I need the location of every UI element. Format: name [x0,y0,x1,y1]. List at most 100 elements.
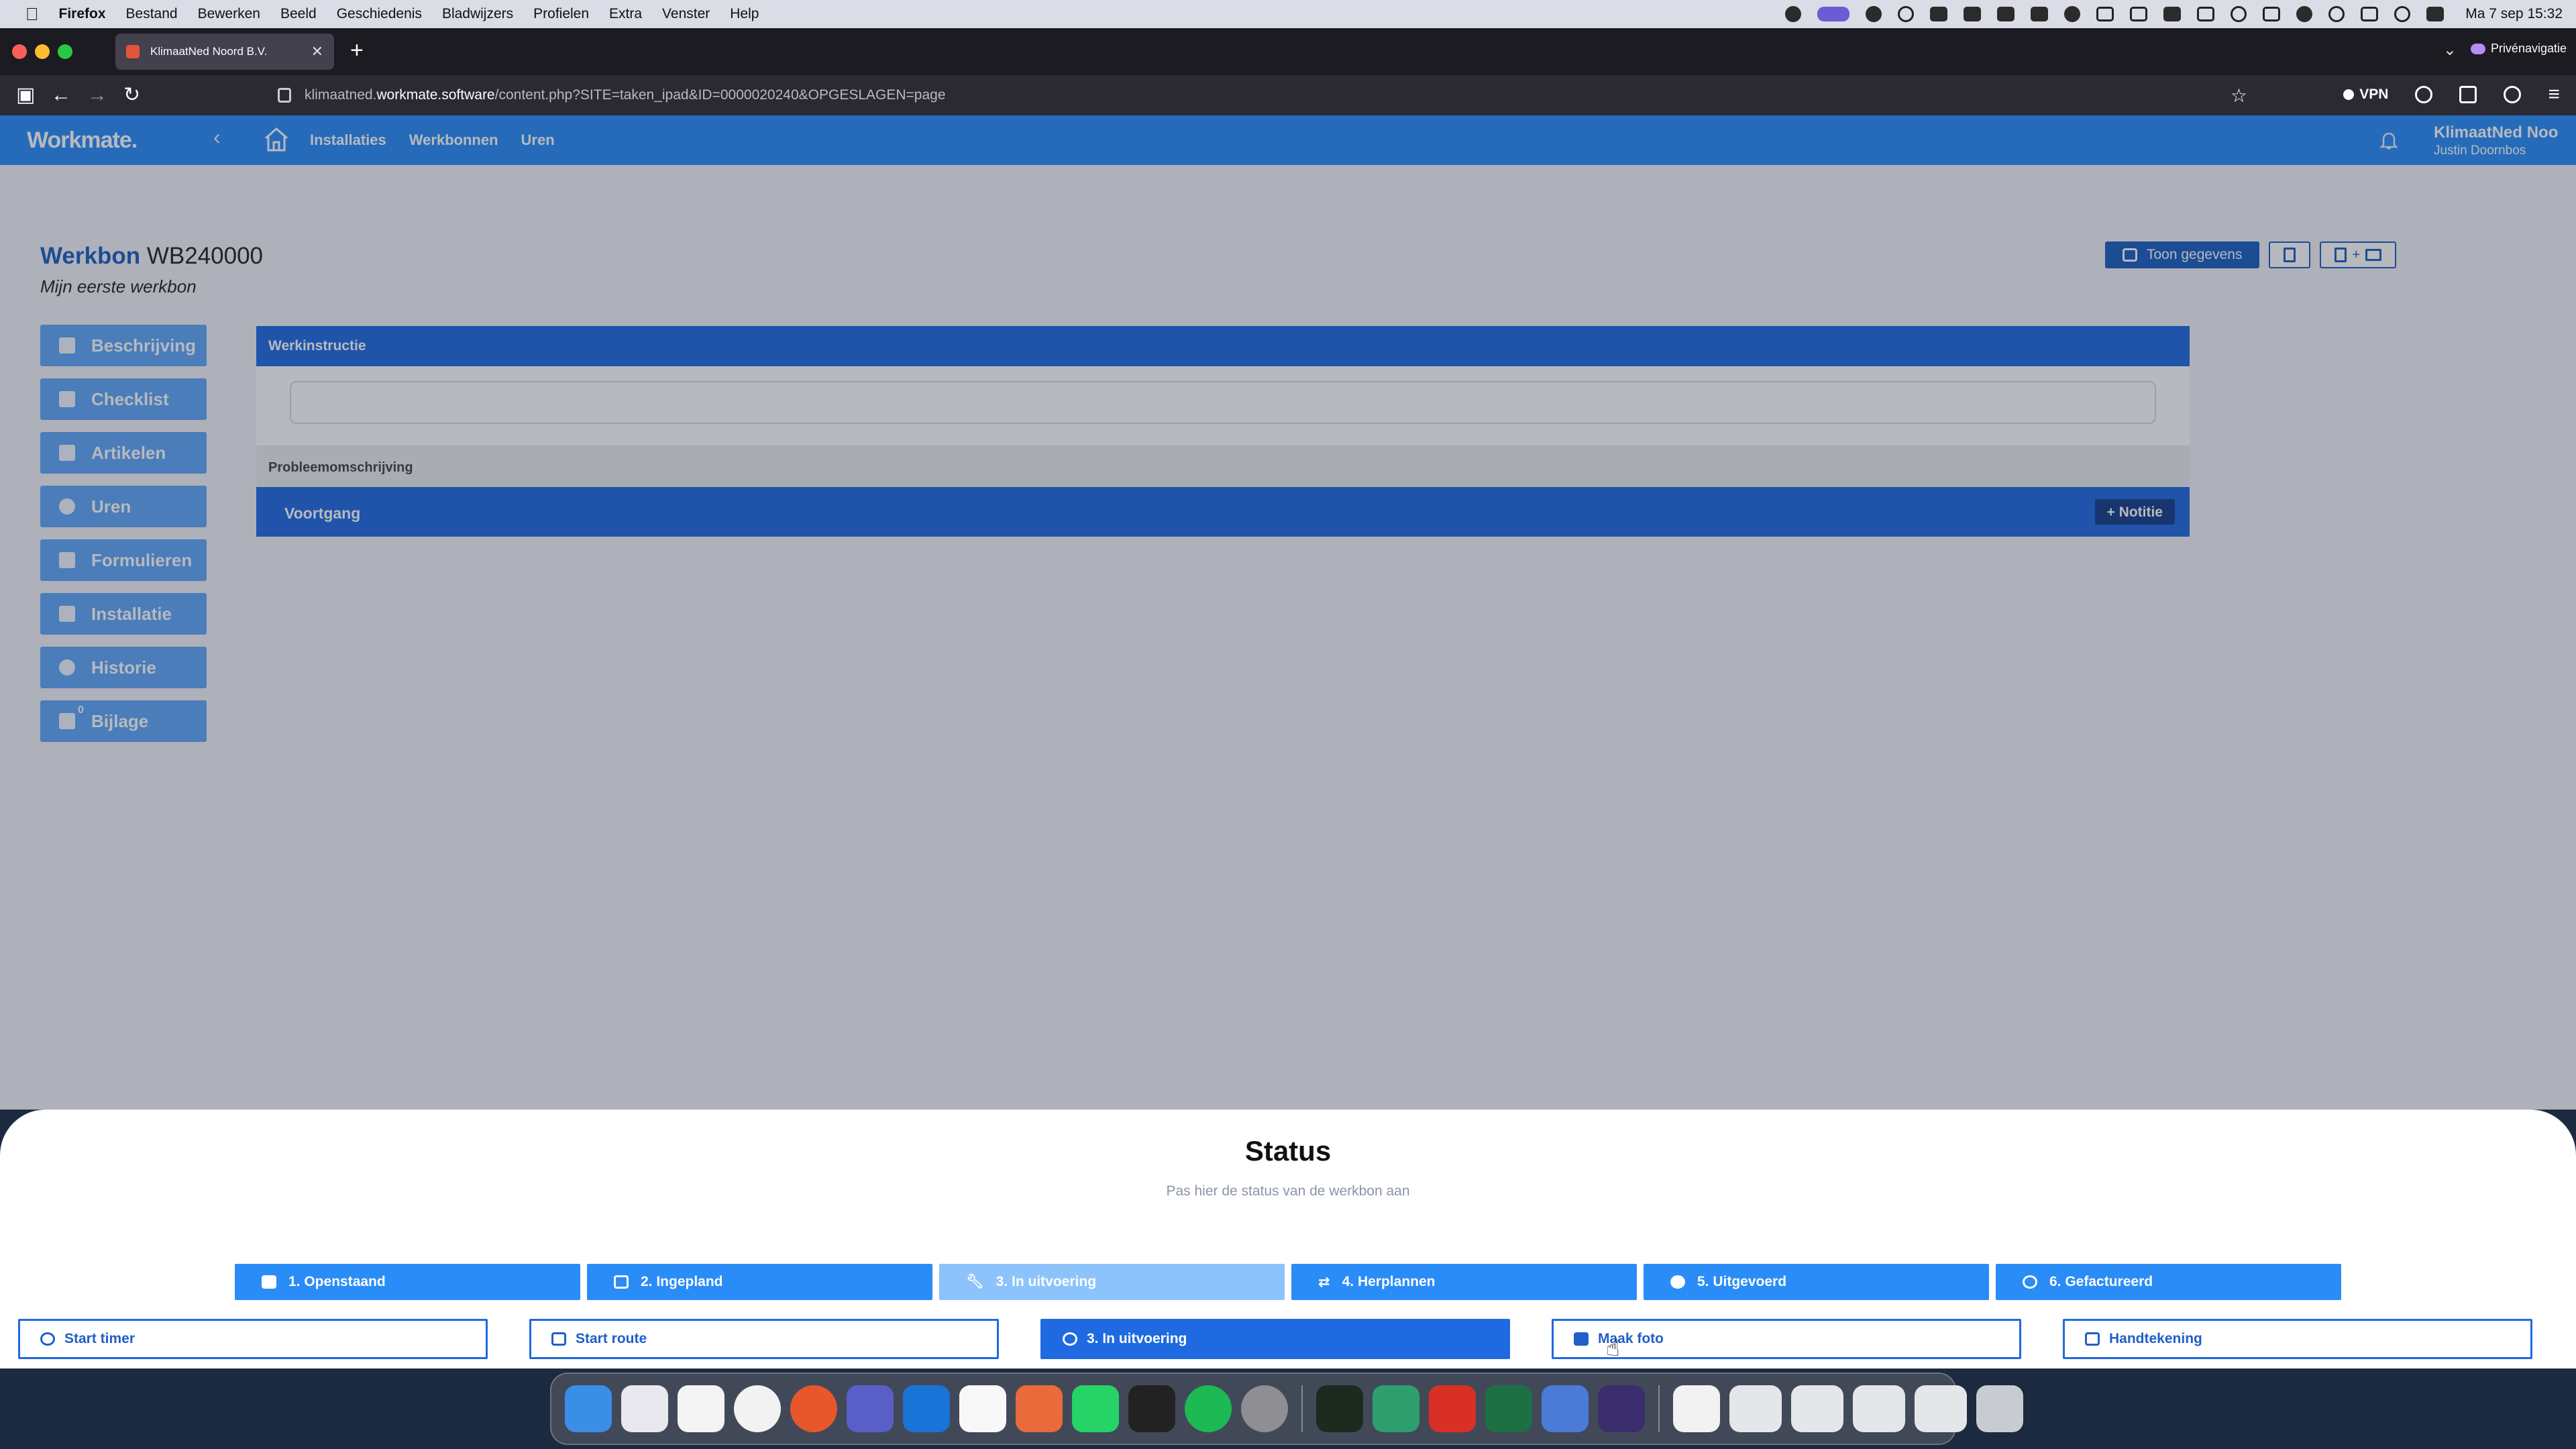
action-label: Start route [576,1331,647,1346]
recent-file-icon[interactable] [1791,1385,1843,1432]
menu-venster[interactable]: Venster [662,6,710,22]
teams-icon[interactable] [847,1385,894,1432]
pdf-tray-icon[interactable] [2031,7,2049,21]
spiral-icon[interactable] [1898,6,1915,22]
forward-arrow-icon[interactable]: → [87,82,107,109]
status-sheet-title: Status [1244,1135,1332,1167]
launchpad-icon[interactable] [621,1385,668,1432]
new-tab-button[interactable]: + [350,38,364,64]
cloud-sync-icon[interactable] [1964,7,1982,21]
system-settings-icon[interactable] [1241,1385,1288,1432]
recent-file-icon[interactable] [1853,1385,1905,1432]
sketch-app-icon[interactable] [1373,1385,1419,1432]
audio-meter-icon[interactable] [1128,1385,1175,1432]
grammarly-icon[interactable] [1598,1385,1645,1432]
preview-app-icon[interactable] [1542,1385,1589,1432]
status-sheet-subtitle: Pas hier de status van de werkbon aan [1166,1183,1410,1199]
recent-file-icon[interactable] [1915,1385,1967,1432]
display-icon[interactable] [2263,7,2281,21]
control-center-icon[interactable] [2426,7,2445,21]
menu-extra[interactable]: Extra [609,6,642,22]
screen-tool-icon[interactable] [1817,7,1850,21]
status-sheet: Status Pas hier de status van de werkbon… [0,1110,2576,1368]
current-status-button[interactable]: 3. In uitvoering [1040,1319,1510,1359]
magnifier-tray-icon[interactable] [2130,7,2148,21]
extensions-icon[interactable] [2459,86,2477,103]
excel-icon[interactable] [1485,1385,1532,1432]
dropbox-icon[interactable] [2163,7,2182,21]
menu-help[interactable]: Help [730,6,759,22]
sparkle-icon[interactable] [1866,6,1882,22]
reload-icon[interactable]: ↻ [123,82,140,109]
search-app-icon[interactable] [1785,6,1802,22]
menu-profielen[interactable]: Profielen [533,6,589,22]
reminders-icon[interactable] [678,1385,724,1432]
status-label: 2. Ingepland [641,1274,723,1289]
wifi-icon[interactable] [2296,6,2313,22]
maak-foto-button[interactable]: Maak foto [1552,1319,2021,1359]
downloads-stack-icon[interactable] [1673,1385,1720,1432]
stopwatch-icon [40,1332,55,1346]
battery-icon[interactable] [2361,7,2379,21]
menu-beeld[interactable]: Beeld [280,6,317,22]
recent-file-icon[interactable] [1729,1385,1782,1432]
menu-app-name[interactable]: Firefox [59,6,106,22]
app-menu-icon[interactable]: ≡ [2548,83,2560,106]
pdf-app-icon[interactable] [1429,1385,1476,1432]
spotlight-search-icon[interactable] [2394,6,2411,22]
window-zoom-button[interactable] [58,44,72,59]
status-gefactureerd-button[interactable]: 6. Gefactureerd [1996,1264,2341,1300]
vpn-button[interactable]: VPN [2343,87,2388,103]
compass-icon[interactable] [2231,6,2247,22]
browser-toolbar-right: VPN ≡ [2343,83,2560,106]
tab-close-icon[interactable]: ✕ [311,43,323,60]
spiral-app-icon[interactable] [1316,1385,1363,1432]
firefox-icon[interactable] [790,1385,837,1432]
signature-icon [2085,1332,2100,1346]
whatsapp-icon[interactable] [1072,1385,1119,1432]
outlook-icon[interactable] [903,1385,950,1432]
menu-bewerken[interactable]: Bewerken [198,6,260,22]
menu-bestand[interactable]: Bestand [126,6,178,22]
trash-icon[interactable] [1976,1385,2023,1432]
play-icon[interactable] [2328,6,2345,22]
account-icon[interactable] [2415,86,2433,103]
fire-icon[interactable] [2504,86,2522,103]
spotify-icon[interactable] [1185,1385,1232,1432]
user-icon [1063,1332,1077,1346]
finder-icon[interactable] [565,1385,612,1432]
sidebar-toggle-icon[interactable]: ▣ [16,82,35,109]
modal-backdrop[interactable] [0,115,2576,1110]
back-arrow-icon[interactable]: ← [51,82,71,109]
window-icon[interactable] [2197,7,2215,21]
search-icon [2023,1275,2037,1289]
tab-list-chevron-icon[interactable]: ⌄ [2443,40,2457,60]
menu-geschiedenis[interactable]: Geschiedenis [337,6,422,22]
menubar-tray: Ma 7 sep 15:32 [1785,6,2563,22]
status-herplannen-button[interactable]: ⇄ 4. Herplannen [1291,1264,1637,1300]
cloud-icon[interactable] [1930,7,1948,21]
url-bar[interactable]: klimaatned. workmate.software/content.php… [268,79,2247,111]
notion-tray-icon[interactable] [2096,7,2114,21]
puzzle-icon[interactable] [1997,7,2015,21]
status-openstaand-button[interactable]: 1. Openstaand [235,1264,580,1300]
browser-tab-active[interactable]: KlimaatNed Noord B.V. ✕ [115,34,334,70]
site-info-icon[interactable] [278,88,291,103]
handtekening-button[interactable]: Handtekening [2063,1319,2532,1359]
calendar-grid-icon [614,1275,629,1289]
status-uitgevoerd-button[interactable]: 5. Uitgevoerd [1644,1264,1989,1300]
status-in-uitvoering-button[interactable]: 🔧︎ 3. In uitvoering [939,1264,1285,1300]
window-minimize-button[interactable] [35,44,50,59]
apple-menu-icon[interactable]:  [25,4,39,25]
chrome-icon[interactable] [734,1385,781,1432]
menubar-clock[interactable]: Ma 7 sep 15:32 [2465,6,2563,22]
bookmark-star-icon[interactable]: ☆ [2231,85,2247,107]
camera-tray-icon[interactable] [2064,6,2081,22]
claude-icon[interactable] [1016,1385,1063,1432]
window-close-button[interactable] [12,44,27,59]
menu-bladwijzers[interactable]: Bladwijzers [442,6,513,22]
notion-icon[interactable] [959,1385,1006,1432]
status-ingepland-button[interactable]: 2. Ingepland [587,1264,932,1300]
start-route-button[interactable]: Start route [529,1319,999,1359]
start-timer-button[interactable]: Start timer [18,1319,488,1359]
